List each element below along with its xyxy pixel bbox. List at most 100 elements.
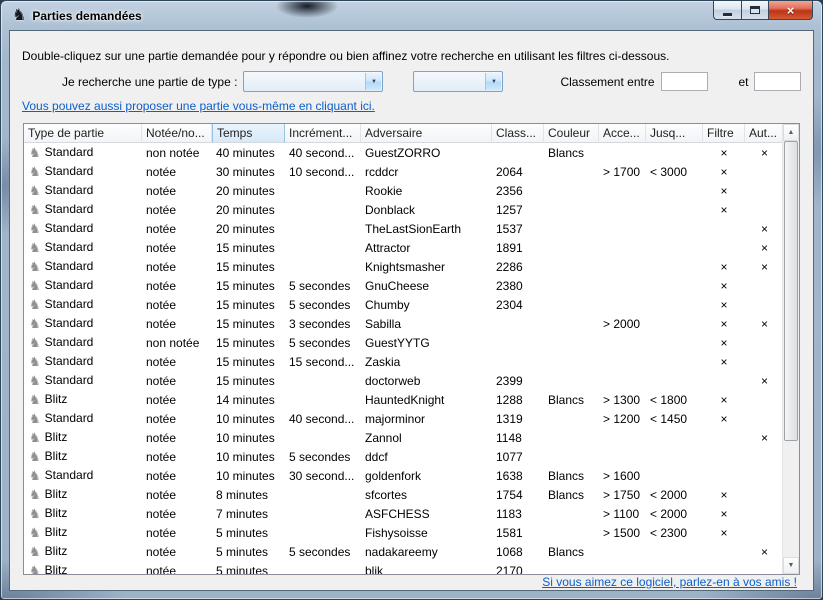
column-header-time[interactable]: Temps [212, 124, 285, 143]
cell-rating: 2064 [492, 162, 544, 181]
intro-text: Double-cliquez sur une partie demandée p… [22, 49, 801, 63]
game-row[interactable]: ♞Standardnotée20 minutesDonblack1257× [24, 200, 784, 219]
column-header-filter[interactable]: Filtre [703, 124, 745, 143]
column-header-rated[interactable]: Notée/no... [142, 124, 212, 143]
close-button[interactable]: × [769, 1, 813, 20]
column-header-auto[interactable]: Aut... [745, 124, 784, 143]
cell-color [544, 428, 599, 447]
rating-max-input[interactable] [754, 72, 801, 91]
column-header-opponent[interactable]: Adversaire [361, 124, 492, 143]
game-row[interactable]: ♞Standardnotée15 minutesKnightsmasher228… [24, 257, 784, 276]
cell-auto [745, 523, 784, 542]
game-row[interactable]: ♞Standardnon notée15 minutes5 secondesGu… [24, 333, 784, 352]
cell-time: 20 minutes [212, 219, 285, 238]
cell-type: ♞Blitz [24, 542, 142, 561]
table-header-row: Type de partieNotée/no...TempsIncrément.… [24, 124, 784, 143]
column-header-increment[interactable]: Incrément... [285, 124, 361, 143]
cell-filter: × [703, 276, 745, 295]
cell-time: 15 minutes [212, 352, 285, 371]
cell-opponent: ddcf [361, 447, 492, 466]
vertical-scrollbar[interactable]: ▲ ▼ [782, 124, 799, 574]
cell-max: < 1800 [646, 390, 703, 409]
game-row[interactable]: ♞Blitznotée10 minutesZannol1148× [24, 428, 784, 447]
column-header-max[interactable]: Jusq... [646, 124, 703, 143]
cell-opponent: nadakareemy [361, 542, 492, 561]
cell-opponent: Chumby [361, 295, 492, 314]
column-header-rating[interactable]: Class... [492, 124, 544, 143]
cell-time: 15 minutes [212, 314, 285, 333]
scroll-down-button[interactable]: ▼ [783, 557, 799, 574]
propose-game-link[interactable]: Vous pouvez aussi proposer une partie vo… [22, 99, 375, 113]
scroll-up-button[interactable]: ▲ [783, 124, 799, 141]
cell-filter [703, 219, 745, 238]
cell-type: ♞Standard [24, 371, 142, 390]
cell-color [544, 276, 599, 295]
cell-increment: 3 secondes [285, 314, 361, 333]
cell-opponent: Zaskia [361, 352, 492, 371]
cell-auto [745, 485, 784, 504]
titlebar[interactable]: ♞ Parties demandées × [1, 1, 822, 30]
game-row[interactable]: ♞Standardnotée20 minutesTheLastSionEarth… [24, 219, 784, 238]
share-app-link[interactable]: Si vous aimez ce logiciel, parlez-en à v… [542, 575, 797, 589]
game-row[interactable]: ♞Standardnotée30 minutes10 second...rcdd… [24, 162, 784, 181]
scrollbar-thumb[interactable] [784, 141, 798, 441]
game-row[interactable]: ♞Standardnon notée40 minutes40 second...… [24, 143, 784, 162]
variant-select[interactable]: ▼ [413, 71, 503, 92]
game-row[interactable]: ♞Standardnotée15 minutesdoctorweb2399× [24, 371, 784, 390]
cell-opponent: Knightsmasher [361, 257, 492, 276]
cell-opponent: GuestYYTG [361, 333, 492, 352]
cell-time: 40 minutes [212, 143, 285, 162]
cell-filter [703, 561, 745, 575]
game-row[interactable]: ♞Blitznotée7 minutesASFCHESS1183> 1100< … [24, 504, 784, 523]
rating-min-input[interactable] [661, 72, 708, 91]
chevron-down-icon[interactable]: ▼ [485, 73, 501, 90]
game-row[interactable]: ♞Standardnotée15 minutes5 secondesGnuChe… [24, 276, 784, 295]
game-type-select[interactable]: ▼ [243, 71, 383, 92]
minimize-button[interactable] [713, 1, 742, 20]
cell-auto [745, 466, 784, 485]
cell-rated: notée [142, 276, 212, 295]
game-row[interactable]: ♞Blitznotée5 minutesFishysoisse1581> 150… [24, 523, 784, 542]
game-row[interactable]: ♞Standardnotée15 minutes15 second...Zask… [24, 352, 784, 371]
cell-color [544, 409, 599, 428]
cell-filter [703, 428, 745, 447]
cell-rated: notée [142, 542, 212, 561]
cell-max [646, 333, 703, 352]
column-header-min[interactable]: Acce... [599, 124, 646, 143]
game-row[interactable]: ♞Standardnotée15 minutesAttractor1891× [24, 238, 784, 257]
cell-increment: 10 second... [285, 162, 361, 181]
game-row[interactable]: ♞Standardnotée10 minutes40 second...majo… [24, 409, 784, 428]
cell-rating [492, 352, 544, 371]
cell-increment: 30 second... [285, 466, 361, 485]
cell-max: < 2000 [646, 485, 703, 504]
cell-filter: × [703, 485, 745, 504]
cell-rated: notée [142, 390, 212, 409]
game-row[interactable]: ♞Blitznotée10 minutes5 secondesddcf1077 [24, 447, 784, 466]
column-header-type[interactable]: Type de partie [24, 124, 142, 143]
game-row[interactable]: ♞Standardnotée15 minutes3 secondesSabill… [24, 314, 784, 333]
cell-rating [492, 314, 544, 333]
game-row[interactable]: ♞Blitznotée5 minutes5 secondesnadakareem… [24, 542, 784, 561]
game-row[interactable]: ♞Blitznotée14 minutesHauntedKnight1288Bl… [24, 390, 784, 409]
game-row[interactable]: ♞Blitznotée8 minutessfcortes1754Blancs> … [24, 485, 784, 504]
cell-max: < 2300 [646, 523, 703, 542]
column-header-color[interactable]: Couleur [544, 124, 599, 143]
game-row[interactable]: ♞Standardnotée10 minutes30 second...gold… [24, 466, 784, 485]
chevron-down-icon[interactable]: ▼ [365, 73, 381, 90]
cell-auto: × [745, 542, 784, 561]
game-row[interactable]: ♞Standardnotée20 minutesRookie2356× [24, 181, 784, 200]
cell-opponent: blik [361, 561, 492, 575]
cell-min: > 1200 [599, 409, 646, 428]
game-row[interactable]: ♞Blitznotée5 minutesblik2170 [24, 561, 784, 575]
cell-auto [745, 295, 784, 314]
cell-auto [745, 561, 784, 575]
cell-max: < 3000 [646, 162, 703, 181]
game-row[interactable]: ♞Standardnotée15 minutes5 secondesChumby… [24, 295, 784, 314]
knight-icon: ♞ [29, 354, 41, 369]
cell-increment [285, 257, 361, 276]
window: ♞ Parties demandées × Double-cliquez sur… [0, 0, 823, 600]
maximize-button[interactable] [742, 1, 769, 20]
knight-icon: ♞ [29, 544, 41, 559]
cell-opponent: GnuCheese [361, 276, 492, 295]
cell-time: 10 minutes [212, 466, 285, 485]
